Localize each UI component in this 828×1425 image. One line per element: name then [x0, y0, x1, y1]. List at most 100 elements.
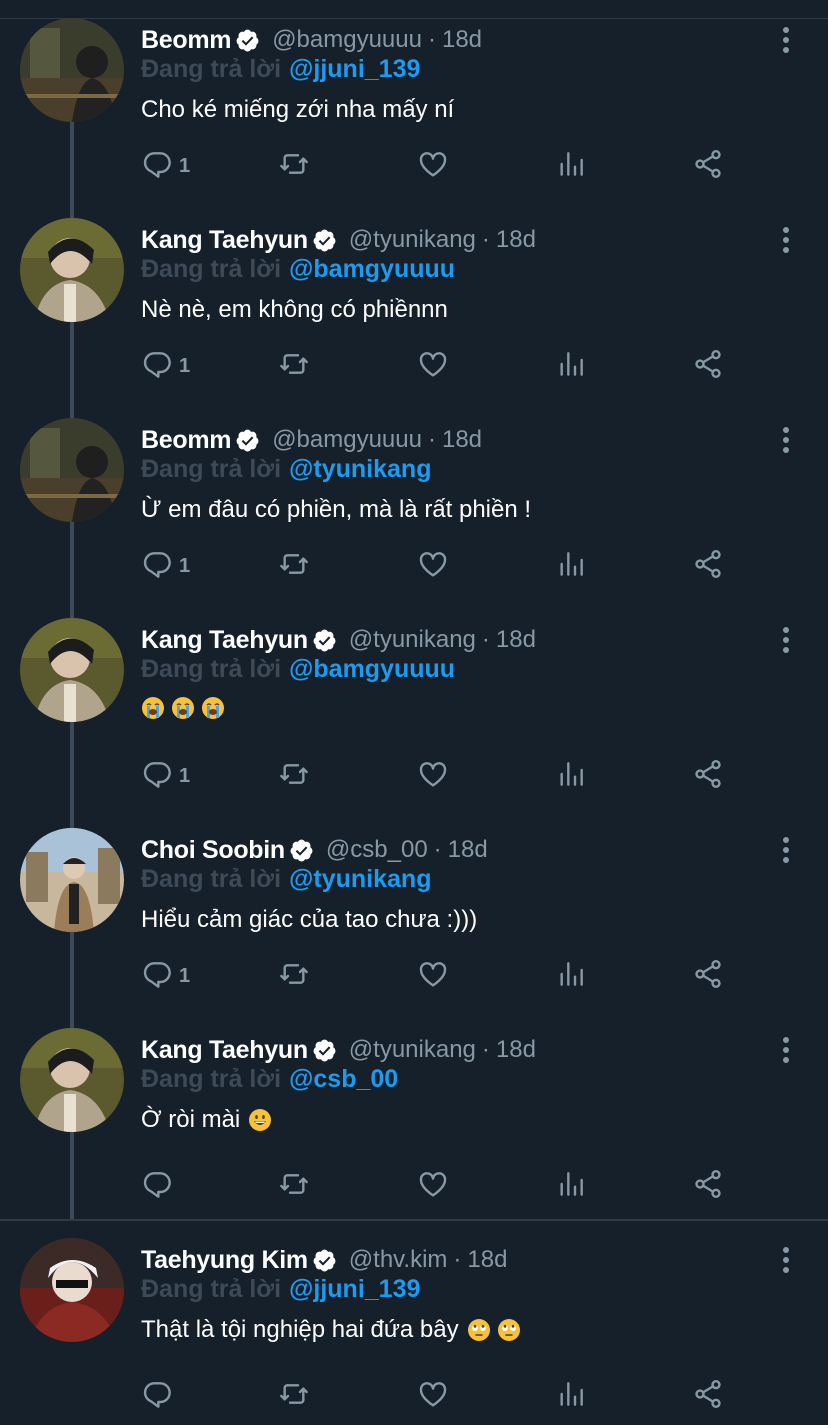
reply-button[interactable]: 1 [141, 346, 190, 386]
share-button[interactable] [692, 146, 724, 186]
user-handle[interactable]: @thv.kim [349, 1246, 448, 1274]
retweet-icon [278, 958, 310, 995]
tweet-header: Beomm @bamgyuuuu · 18d [141, 22, 482, 58]
more-options-icon[interactable] [774, 1032, 798, 1068]
share-icon [692, 148, 724, 185]
separator-dot: · [427, 26, 436, 53]
display-name[interactable]: Kang Taehyun [141, 1036, 308, 1065]
separator-dot: · [481, 226, 490, 253]
timestamp[interactable]: 18d [496, 626, 536, 654]
tweet-header: Choi Soobin @csb_00 · 18d [141, 832, 488, 868]
like-button[interactable] [417, 1376, 449, 1416]
avatar[interactable] [20, 218, 124, 322]
reply-count: 1 [179, 964, 191, 987]
analytics-button[interactable] [555, 756, 587, 796]
more-options-icon[interactable] [774, 422, 798, 458]
more-options-icon[interactable] [774, 832, 798, 868]
timestamp[interactable]: 18d [496, 226, 536, 254]
retweet-button[interactable] [278, 1376, 310, 1416]
more-options-icon[interactable] [774, 22, 798, 58]
timestamp[interactable]: 18d [467, 1246, 507, 1274]
replying-to-label: Đang trả lời [141, 255, 282, 283]
avatar[interactable] [20, 618, 124, 722]
more-options-icon[interactable] [774, 222, 798, 258]
display-name[interactable]: Taehyung Kim [141, 1246, 308, 1275]
verified-badge-icon [312, 628, 337, 653]
timestamp[interactable]: 18d [496, 1036, 536, 1064]
retweet-button[interactable] [278, 756, 310, 796]
tweet-body [141, 696, 231, 720]
user-handle[interactable]: @csb_00 [326, 836, 428, 864]
avatar[interactable] [20, 1028, 124, 1132]
like-button[interactable] [417, 1166, 449, 1206]
like-button[interactable] [417, 546, 449, 586]
like-button[interactable] [417, 756, 449, 796]
timestamp[interactable]: 18d [448, 836, 488, 864]
retweet-button[interactable] [278, 546, 310, 586]
mention-link[interactable]: @bamgyuuuu [289, 255, 455, 283]
retweet-button[interactable] [278, 146, 310, 186]
like-icon [417, 958, 449, 995]
retweet-button[interactable] [278, 956, 310, 996]
reply-button[interactable] [141, 1376, 179, 1416]
user-handle[interactable]: @bamgyuuuu [272, 426, 422, 454]
share-button[interactable] [692, 346, 724, 386]
retweet-button[interactable] [278, 1166, 310, 1206]
mention-link[interactable]: @tyunikang [289, 455, 431, 483]
avatar[interactable] [20, 18, 124, 122]
more-options-icon[interactable] [774, 622, 798, 658]
mention-link[interactable]: @csb_00 [289, 1065, 398, 1093]
reply-button[interactable]: 1 [141, 546, 190, 586]
share-button[interactable] [692, 956, 724, 996]
share-button[interactable] [692, 546, 724, 586]
analytics-icon [555, 958, 587, 995]
mention-link[interactable]: @bamgyuuuu [289, 655, 455, 683]
reply-count: 1 [179, 764, 191, 787]
avatar[interactable] [20, 828, 124, 932]
analytics-button[interactable] [555, 546, 587, 586]
analytics-button[interactable] [555, 346, 587, 386]
display-name[interactable]: Kang Taehyun [141, 226, 308, 255]
retweet-button[interactable] [278, 346, 310, 386]
retweet-icon [278, 758, 310, 795]
mention-link[interactable]: @tyunikang [289, 865, 431, 893]
display-name[interactable]: Beomm [141, 26, 231, 55]
analytics-button[interactable] [555, 956, 587, 996]
timestamp[interactable]: 18d [442, 26, 482, 54]
user-handle[interactable]: @tyunikang [349, 626, 476, 654]
tweet-header: Beomm @bamgyuuuu · 18d [141, 422, 482, 458]
reply-button[interactable]: 1 [141, 956, 190, 996]
like-button[interactable] [417, 956, 449, 996]
reply-button[interactable]: 1 [141, 756, 190, 796]
verified-badge-icon [312, 1248, 337, 1273]
display-name[interactable]: Kang Taehyun [141, 626, 308, 655]
tweet-actions: 1 [141, 146, 741, 186]
share-button[interactable] [692, 756, 724, 796]
display-name[interactable]: Choi Soobin [141, 836, 285, 865]
mention-link[interactable]: @jjuni_139 [289, 55, 420, 83]
mention-link[interactable]: @jjuni_139 [289, 1275, 420, 1303]
user-handle[interactable]: @tyunikang [349, 1036, 476, 1064]
display-name[interactable]: Beomm [141, 426, 231, 455]
loudly-crying-face-emoji [201, 696, 225, 720]
like-button[interactable] [417, 146, 449, 186]
user-handle[interactable]: @tyunikang [349, 226, 476, 254]
timestamp[interactable]: 18d [442, 426, 482, 454]
more-options-icon[interactable] [774, 1242, 798, 1278]
reply-button[interactable] [141, 1166, 179, 1206]
reply-icon [141, 1378, 173, 1415]
reply-button[interactable]: 1 [141, 146, 190, 186]
like-button[interactable] [417, 346, 449, 386]
like-icon [417, 1378, 449, 1415]
share-button[interactable] [692, 1166, 724, 1206]
face-with-rolling-eyes-emoji [497, 1318, 521, 1342]
analytics-button[interactable] [555, 1376, 587, 1416]
avatar[interactable] [20, 1238, 124, 1342]
reply-icon [141, 148, 173, 185]
share-button[interactable] [692, 1376, 724, 1416]
analytics-button[interactable] [555, 1166, 587, 1206]
user-handle[interactable]: @bamgyuuuu [272, 26, 422, 54]
analytics-button[interactable] [555, 146, 587, 186]
share-icon [692, 1168, 724, 1205]
avatar[interactable] [20, 418, 124, 522]
